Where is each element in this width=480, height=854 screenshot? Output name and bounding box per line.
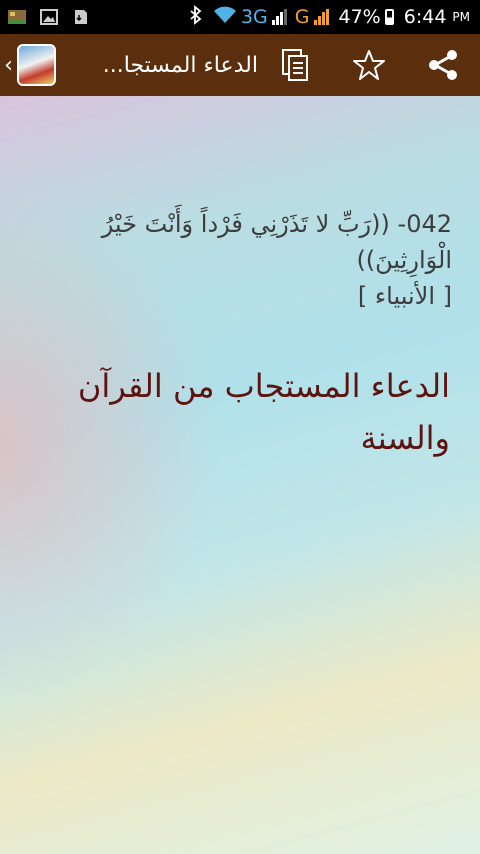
copy-button[interactable] <box>258 34 332 96</box>
content-area: 042- ((رَبِّ لا تَذَرْنِي فَرْداً وَأَنْ… <box>0 96 480 854</box>
download-notification-icon <box>72 9 90 25</box>
star-icon <box>353 50 385 80</box>
share-button[interactable] <box>406 34 480 96</box>
network-type: 3G <box>240 6 268 28</box>
bluetooth-icon <box>189 4 203 30</box>
status-bar: 3G G 47% 6:44 PM <box>0 0 480 34</box>
dua-line: 042- ((رَبِّ لا تَذَرْنِي فَرْداً وَأَنْ… <box>22 206 452 278</box>
clock-ampm: PM <box>452 10 470 24</box>
share-icon <box>429 50 457 80</box>
clock: 6:44 <box>403 6 447 28</box>
battery-percent: 47% <box>338 6 381 28</box>
app-icon[interactable] <box>17 44 57 86</box>
carrier-type: G <box>294 6 310 28</box>
signal-icon-2 <box>313 9 329 25</box>
action-bar: ‹ الدعاء المستجا... <box>0 34 480 96</box>
signal-icon <box>271 9 287 25</box>
dua-number: 042- <box>397 210 452 238</box>
up-chevron-icon[interactable]: ‹ <box>2 53 15 78</box>
favorite-button[interactable] <box>332 34 406 96</box>
copy-icon <box>282 49 308 81</box>
app-headline: الدعاء المستجاب من القرآن والسنة <box>77 367 450 457</box>
battery-icon <box>384 9 394 25</box>
dua-block: 042- ((رَبِّ لا تَذَرْنِي فَرْداً وَأَنْ… <box>22 206 452 314</box>
page-title: الدعاء المستجا... <box>102 52 258 78</box>
gallery-notification-icon <box>8 9 26 25</box>
surah-reference: [ الأنبياء ] <box>357 282 452 310</box>
image-notification-icon <box>40 9 58 25</box>
wifi-icon <box>213 5 237 30</box>
